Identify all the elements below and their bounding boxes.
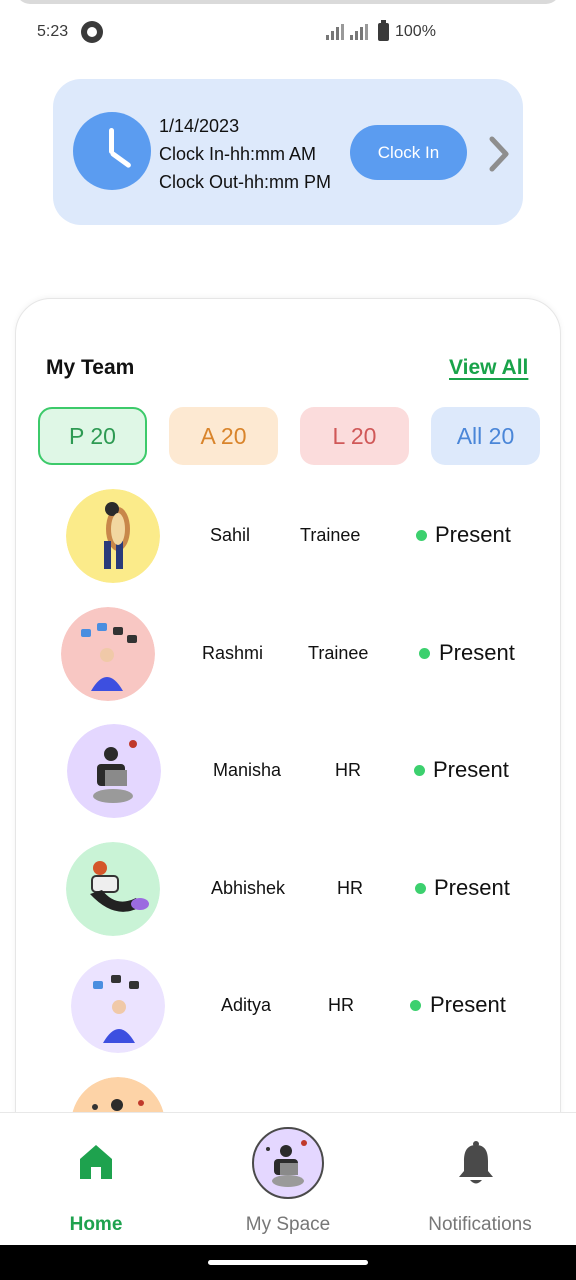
status-time: 5:23 xyxy=(37,23,69,40)
bell-icon xyxy=(459,1141,493,1184)
signal-icon-2 xyxy=(350,24,368,40)
clock-date: 1/14/2023 xyxy=(159,116,240,136)
home-icon xyxy=(80,1145,112,1179)
nav-notifications[interactable]: Notifications xyxy=(384,1113,576,1246)
member-name: Rashmi xyxy=(202,642,264,663)
member-status: Present xyxy=(434,874,510,900)
all-filter-chip[interactable]: All 20 xyxy=(431,407,540,465)
system-navigation-bar xyxy=(0,1245,576,1280)
device-top-edge xyxy=(16,0,560,4)
signal-icon xyxy=(326,24,344,40)
clock-details: 1/14/2023 Clock In-hh:mm AM Clock Out-hh… xyxy=(159,112,331,196)
member-role: HR xyxy=(337,877,363,898)
team-member-row[interactable]: Sahil Trainee Present xyxy=(16,485,562,603)
member-status: Present xyxy=(430,992,506,1017)
present-status-dot xyxy=(414,765,425,776)
member-status: Present xyxy=(439,639,515,665)
nav-my-space-label: My Space xyxy=(245,1214,331,1235)
present-filter-chip[interactable]: P 20 xyxy=(38,407,147,465)
member-name: Aditya xyxy=(221,995,272,1015)
clock-in-button[interactable]: Clock In xyxy=(350,125,467,180)
team-member-list: Sahil Trainee Present Rashmi Trainee Pre… xyxy=(16,485,562,1190)
member-role: Trainee xyxy=(308,642,369,663)
nav-home[interactable]: Home xyxy=(0,1113,192,1246)
present-status-dot xyxy=(410,1000,421,1011)
member-name: Sahil xyxy=(210,525,251,545)
nav-notifications-label: Notifications xyxy=(428,1214,532,1235)
my-space-avatar xyxy=(252,1127,324,1199)
member-status: Present xyxy=(433,757,509,782)
view-all-link[interactable]: View All xyxy=(449,356,528,380)
team-member-row[interactable]: Rashmi Trainee Present xyxy=(16,603,562,721)
member-role: Trainee xyxy=(300,525,361,545)
clock-in-time: Clock In-hh:mm AM xyxy=(159,144,317,164)
team-member-row[interactable]: Abhishek HR Present xyxy=(16,838,562,956)
team-title: My Team xyxy=(46,356,135,379)
member-avatar xyxy=(71,959,165,1053)
app-screen: 5:23 100% 1/14/2023 Clock In-hh:mm AM Cl… xyxy=(0,0,576,1280)
whatsapp-icon xyxy=(81,21,103,43)
member-status: Present xyxy=(435,522,511,547)
member-role: HR xyxy=(328,995,354,1015)
bottom-navigation: Home My Space Notifications xyxy=(0,1112,576,1245)
battery-level: 100% xyxy=(395,23,436,40)
member-avatar xyxy=(66,841,160,936)
member-role: HR xyxy=(335,760,361,780)
member-avatar xyxy=(67,724,161,818)
attendance-filter-chips: P 20 A 20 L 20 All 20 xyxy=(38,407,542,465)
leave-filter-chip[interactable]: L 20 xyxy=(300,407,409,465)
gesture-home-pill[interactable] xyxy=(208,1260,368,1265)
clock-icon xyxy=(73,112,151,190)
present-status-dot xyxy=(419,647,430,659)
nav-my-space[interactable]: My Space xyxy=(192,1113,384,1246)
team-member-row[interactable]: Aditya HR Present xyxy=(16,955,562,1073)
member-avatar xyxy=(61,606,155,701)
clock-card: 1/14/2023 Clock In-hh:mm AM Clock Out-hh… xyxy=(53,79,523,225)
member-avatar xyxy=(66,489,160,583)
present-status-dot xyxy=(415,882,426,894)
member-name: Manisha xyxy=(213,760,282,780)
nav-home-label: Home xyxy=(69,1214,123,1235)
status-bar: 5:23 100% xyxy=(0,18,576,48)
present-status-dot xyxy=(416,530,427,541)
team-member-row[interactable]: Manisha HR Present xyxy=(16,720,562,838)
clock-out-time: Clock Out-hh:mm PM xyxy=(159,172,332,192)
battery-icon xyxy=(378,20,389,41)
absent-filter-chip[interactable]: A 20 xyxy=(169,407,278,465)
member-name: Abhishek xyxy=(211,877,286,898)
chevron-right-icon[interactable] xyxy=(488,136,510,172)
